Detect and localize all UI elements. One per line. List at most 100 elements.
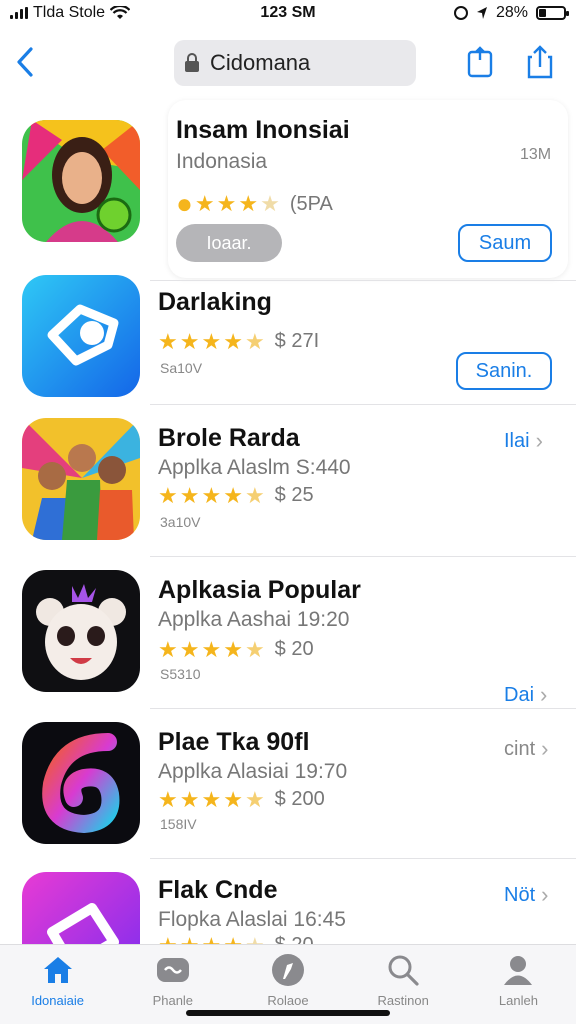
- app-meta: Sa10V: [160, 360, 203, 376]
- battery-percent: 28%: [495, 4, 528, 21]
- chevron-right-icon: ›: [541, 736, 549, 761]
- detail-link-label: Dai: [504, 683, 535, 706]
- rating-stars: ★ ★ ★ ★ ★ $ 25: [158, 484, 314, 507]
- games-icon: [156, 953, 190, 987]
- chevron-right-icon: ›: [535, 428, 543, 453]
- status-time: 123 SM: [260, 4, 316, 21]
- rating-stars: ★ ★ ★ ★ ★ $ 20: [158, 934, 314, 944]
- rating-stars: ★ ★ ★ ★ ★ $ 27I: [158, 330, 319, 353]
- share-icon: [527, 45, 553, 79]
- star-icon: ★: [244, 328, 265, 354]
- detail-link-label: Ilai: [504, 429, 530, 452]
- carrier-label: Tlda Stole: [33, 4, 106, 21]
- tab-label: Lanleh: [498, 993, 538, 1008]
- star-icon: ★: [179, 636, 200, 662]
- tab-profile[interactable]: Lanleh: [461, 945, 576, 1024]
- app-meta: 158IV: [160, 816, 197, 832]
- star-icon: ★: [245, 934, 265, 944]
- location-icon: [476, 7, 487, 19]
- back-button[interactable]: [12, 44, 38, 80]
- tab-label: Phanle: [152, 993, 194, 1008]
- detail-link[interactable]: cint ›: [504, 736, 548, 762]
- get-button[interactable]: Sanin.: [456, 352, 552, 390]
- star-icon: ★: [179, 328, 200, 354]
- tablet-button[interactable]: [464, 44, 496, 80]
- list-item[interactable]: Flak Cnde Flopka Alaslai 16:45 ★ ★ ★ ★ ★…: [0, 858, 576, 944]
- tablet-icon: [467, 46, 493, 78]
- rating-text: (5PA: [289, 192, 333, 215]
- star-icon: ★: [158, 636, 178, 662]
- star-icon: ★: [201, 328, 222, 354]
- star-icon: ★: [180, 934, 200, 944]
- app-icon-6: [22, 872, 140, 944]
- search-icon: [386, 953, 420, 987]
- search-text: Cidomana: [210, 50, 311, 75]
- rating-text: $ 25: [274, 484, 314, 506]
- rating-stars: ● ★ ★ ★ ★ (5PA: [176, 190, 333, 218]
- app-subtitle: Applka Alasiai 19:70: [158, 760, 348, 783]
- detail-link[interactable]: Nöt ›: [504, 882, 548, 908]
- star-icon: ★: [158, 482, 178, 508]
- app-icon-4: [22, 570, 140, 692]
- nav-bar: Cidomana: [0, 36, 576, 90]
- star-icon: ★: [223, 934, 243, 944]
- tab-label: Rolaoe: [267, 993, 309, 1008]
- star-icon: ★: [158, 786, 178, 812]
- list-item[interactable]: Brole Rarda Applka Alaslm S:440 ★ ★ ★ ★ …: [0, 404, 576, 556]
- rating-text: $ 27I: [274, 330, 320, 352]
- chevron-right-icon: ›: [540, 682, 548, 707]
- app-subtitle: Flopka Alaslai 16:45: [158, 908, 346, 931]
- app-title: Brole Rarda: [158, 424, 300, 452]
- app-subtitle: Indonasia: [176, 150, 268, 173]
- star-icon: ★: [201, 636, 222, 662]
- secondary-button[interactable]: Ioaar.: [176, 224, 282, 262]
- detail-link[interactable]: Ilai ›: [504, 428, 543, 454]
- star-icon: ★: [201, 934, 221, 944]
- app-corner-label: 13M: [520, 146, 552, 163]
- star-icon: ●: [176, 188, 193, 219]
- signal-icon: [10, 7, 28, 19]
- app-icon-3: [22, 418, 140, 540]
- status-right: 28%: [366, 4, 569, 22]
- app-icon-5: [22, 722, 140, 844]
- list-item[interactable]: Aplkasia Popular Applka Aashai 19:20 ★ ★…: [0, 556, 576, 708]
- battery-icon: [536, 6, 569, 20]
- app-meta: 3a10V: [160, 514, 201, 530]
- list-item[interactable]: Darlaking ★ ★ ★ ★ ★ $ 27I Sa10V Sanin.: [0, 275, 576, 404]
- get-button[interactable]: Saum: [458, 224, 552, 262]
- chevron-left-icon: [17, 47, 33, 77]
- app-title: Plae Tka 90ﬂ: [158, 728, 310, 756]
- tab-label: Idonaiaie: [31, 993, 84, 1008]
- search-field[interactable]: Cidomana: [174, 40, 416, 86]
- rating-stars: ★ ★ ★ ★ ★ $ 20: [158, 638, 314, 661]
- lock-icon: [185, 53, 199, 72]
- star-icon: ★: [194, 191, 215, 216]
- star-icon: ★: [223, 786, 243, 812]
- star-icon: ★: [158, 934, 178, 944]
- app-subtitle: Applka Alaslm S:440: [158, 456, 351, 479]
- star-icon: ★: [179, 482, 200, 508]
- detail-link[interactable]: Dai ›: [504, 682, 547, 708]
- app-title: Insam Inonsiai: [176, 116, 350, 144]
- rating-text: $ 20: [275, 934, 314, 944]
- star-icon: ★: [158, 328, 178, 354]
- orientation-lock-icon: [453, 6, 468, 20]
- status-bar: Tlda Stole 123 SM 28%: [0, 0, 576, 26]
- share-button[interactable]: [524, 44, 556, 80]
- star-icon: ★: [244, 482, 265, 508]
- detail-link-label: cint: [504, 737, 536, 760]
- star-icon: ★: [223, 636, 243, 662]
- list-item[interactable]: Insam Inonsiai Indonasia 13M ● ★ ★ ★ ★ (…: [0, 100, 576, 280]
- rating-text: $ 200: [274, 788, 325, 810]
- star-icon: ★: [223, 328, 243, 354]
- app-icon-1: [22, 120, 140, 242]
- app-meta: S5310: [160, 666, 201, 682]
- list-item[interactable]: Plae Tka 90ﬂ Applka Alasiai 19:70 ★ ★ ★ …: [0, 708, 576, 858]
- tab-home[interactable]: Idonaiaie: [0, 945, 115, 1024]
- tab-label: Rastinon: [377, 993, 429, 1008]
- star-icon: ★: [244, 636, 265, 662]
- star-icon: ★: [260, 191, 280, 216]
- star-icon: ★: [238, 191, 259, 216]
- chevron-right-icon: ›: [541, 882, 549, 907]
- apps-icon: [271, 953, 305, 987]
